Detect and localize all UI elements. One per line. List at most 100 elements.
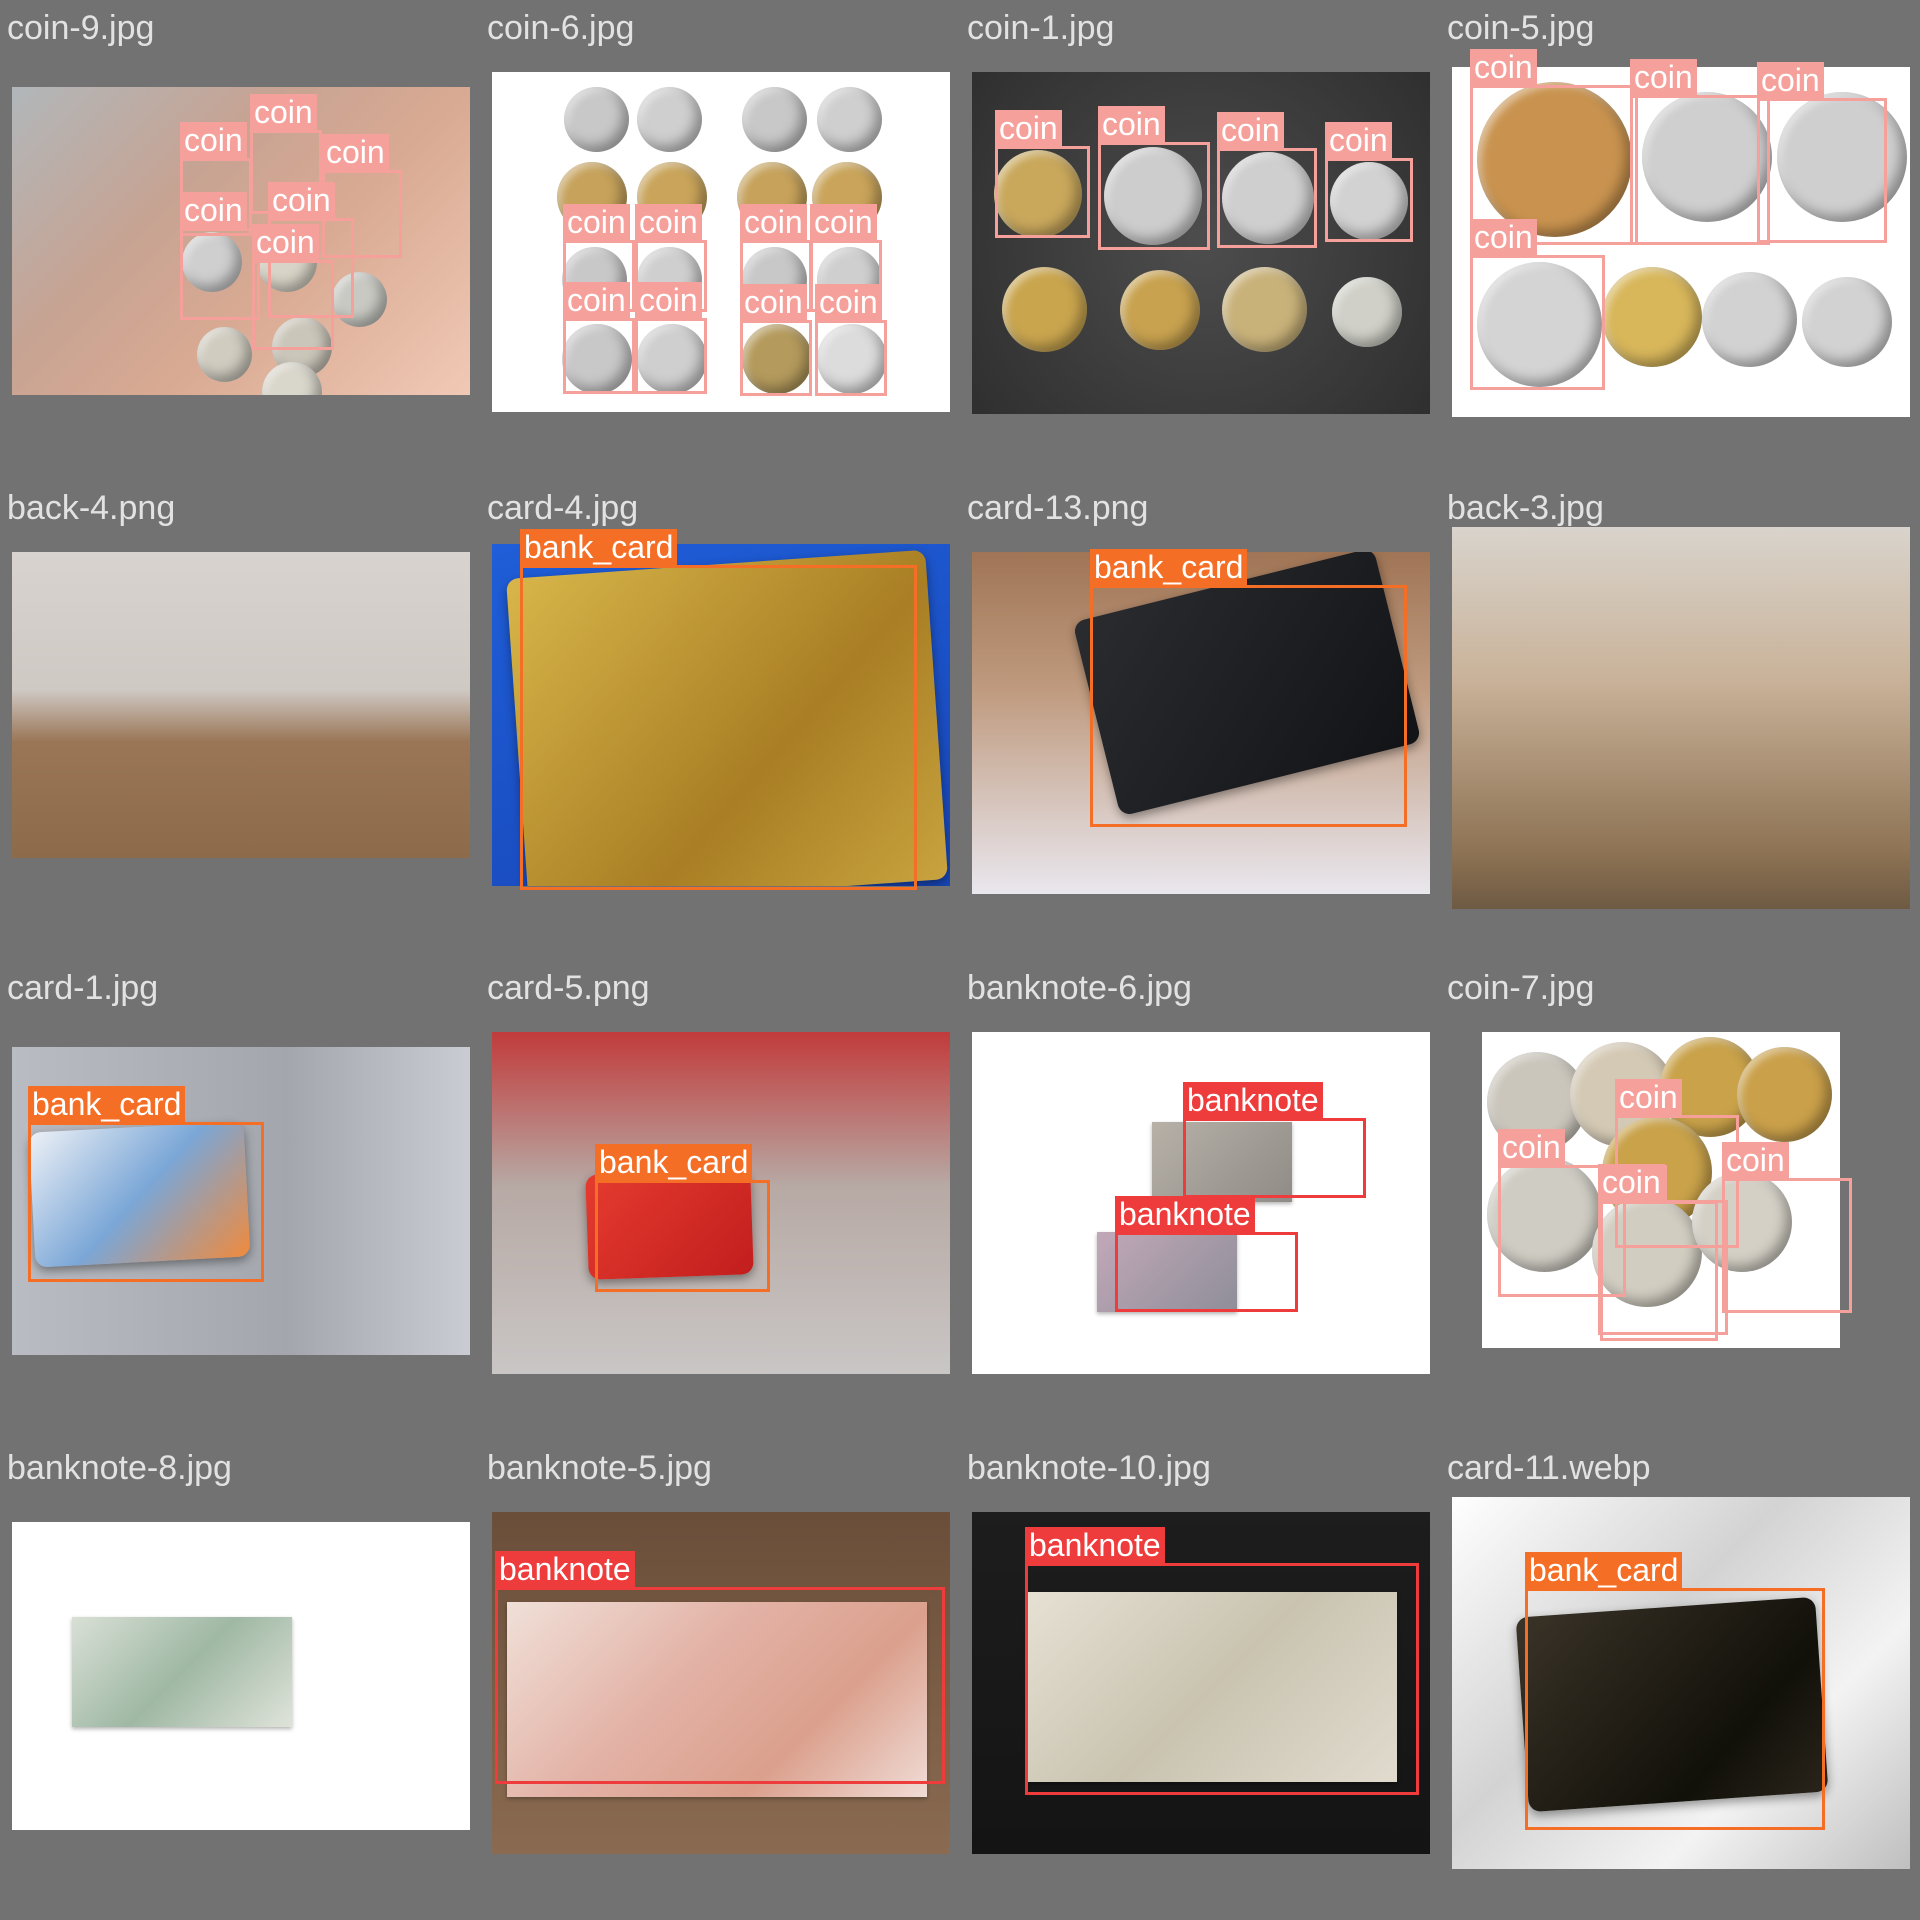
detection-box-coin [1325, 158, 1413, 242]
detection-label: banknote [1115, 1196, 1255, 1232]
detection-box-coin [815, 320, 887, 396]
detection-label: coin [1325, 122, 1392, 158]
mosaic-tile: coin-6.jpg coin coin coin coin coin coin coin co… [482, 2, 958, 478]
tile-filename: banknote-8.jpg [7, 1449, 232, 1487]
tile-filename: coin-5.jpg [1447, 9, 1595, 47]
tile-image [12, 1522, 470, 1830]
mosaic-tile: banknote-8.jpgbanknote [2, 1442, 478, 1918]
detection-label: coin [1722, 1142, 1789, 1178]
tile-filename: card-1.jpg [7, 969, 159, 1007]
detection-label: bank_card [28, 1086, 186, 1122]
mosaic-tile: card-4.jpg bank_card [482, 482, 958, 958]
tile-image [1452, 527, 1910, 909]
detection-label: coin [1757, 62, 1824, 98]
detection-box-coin [1217, 148, 1317, 248]
detection-box-coin [1098, 142, 1210, 250]
detection-label: coin [268, 182, 335, 218]
detection-label: coin [810, 204, 877, 240]
detection-label: coin [252, 224, 319, 260]
mosaic-tile: coin-5.jpg coin coin coin coin [1442, 2, 1918, 478]
detection-label: coin [1630, 59, 1697, 95]
detection-label: coin [1598, 1164, 1665, 1200]
coin-shape [1802, 277, 1892, 367]
coin-shape [1002, 267, 1087, 352]
detection-box-bank-card [1525, 1588, 1825, 1830]
detection-box-coin [995, 146, 1090, 238]
detection-box-coin [740, 320, 812, 396]
detection-label: coin [740, 204, 807, 240]
detection-label: bank_card [1090, 549, 1248, 585]
detection-label: coin [635, 204, 702, 240]
detection-box-coin [180, 228, 260, 320]
detection-box-coin [635, 318, 707, 394]
coin-shape [742, 87, 807, 152]
detection-label: coin [250, 94, 317, 130]
detection-label: coin [180, 122, 247, 158]
banknote-shape [72, 1617, 292, 1727]
detection-label: coin [1098, 106, 1165, 142]
tile-filename: coin-9.jpg [7, 9, 155, 47]
tile-filename: card-5.png [487, 969, 650, 1007]
tile-filename: card-13.png [967, 489, 1149, 527]
detection-box-bank-card [520, 565, 917, 890]
mosaic-tile: coin-7.jpgcoincoincoincoincoin [1442, 962, 1918, 1438]
detection-label: coin [1470, 219, 1537, 255]
detection-label: coin [563, 204, 630, 240]
detection-box-banknote [1025, 1563, 1419, 1795]
coin-shape [1222, 267, 1307, 352]
tile-filename: banknote-6.jpg [967, 969, 1192, 1007]
detection-label: banknote [495, 1551, 635, 1587]
mosaic-tile: coin-1.jpg coin coin coin coin [962, 2, 1438, 478]
detection-box-banknote [495, 1587, 945, 1784]
coin-shape [564, 87, 629, 152]
tile-image [12, 552, 470, 858]
coin-shape [637, 87, 702, 152]
detection-box-coin [1630, 95, 1770, 245]
detection-label: coin [635, 282, 702, 318]
detection-label: banknote [1183, 1082, 1323, 1118]
mosaic-tile: card-11.webp bank_card [1442, 1442, 1918, 1918]
tile-filename: back-4.png [7, 489, 176, 527]
coin-shape [1702, 272, 1797, 367]
detection-box-coin [1470, 255, 1605, 390]
tile-filename: back-3.jpg [1447, 489, 1604, 527]
mosaic-tile: banknote-5.jpg banknote [482, 1442, 958, 1918]
coin-shape [817, 87, 882, 152]
tile-filename: card-4.jpg [487, 489, 639, 527]
mosaic-tile: back-3.jpg [1442, 482, 1918, 958]
detection-label: banknote [1025, 1527, 1165, 1563]
tile-filename: card-11.webp [1447, 1449, 1651, 1487]
mosaic-tile: banknote-6.jpg banknote banknote [962, 962, 1438, 1438]
detection-label: coin [563, 282, 630, 318]
detection-label: bank_card [520, 529, 678, 565]
detection-label: coin [180, 192, 247, 228]
mosaic-tile: coin-9.jpg coin coin coin coin coin coin [2, 2, 478, 478]
detection-box-banknote [1183, 1118, 1366, 1198]
detection-label: coin [740, 284, 807, 320]
tile-filename: coin-6.jpg [487, 9, 635, 47]
detection-box-bank-card [1090, 585, 1407, 827]
detection-box-bank-card [28, 1122, 264, 1282]
mosaic-grid: coin-9.jpg coin coin coin coin coin coin coin-6… [0, 0, 1920, 1920]
detection-label: coin [1615, 1079, 1682, 1115]
coin-shape [1602, 267, 1702, 367]
mosaic-tile: card-13.png bank_card [962, 482, 1438, 958]
coin-shape [1737, 1047, 1832, 1142]
detection-label: coin [995, 110, 1062, 146]
detection-label: coin [1498, 1129, 1565, 1165]
mosaic-tile: card-1.jpg bank_card [2, 962, 478, 1438]
mosaic-tile: banknote-10.jpg banknote [962, 1442, 1438, 1918]
detection-box-coin [1757, 98, 1887, 243]
detection-label: coin [815, 284, 882, 320]
detection-box-coin [1722, 1178, 1852, 1313]
detection-label: bank_card [595, 1144, 753, 1180]
coin-shape [1332, 277, 1402, 347]
coin-shape [1120, 270, 1200, 350]
tile-filename: coin-7.jpg [1447, 969, 1595, 1007]
mosaic-tile: card-5.png bank_card [482, 962, 958, 1438]
detection-label: bank_card [1525, 1552, 1683, 1588]
detection-box-banknote [1115, 1232, 1298, 1312]
tile-filename: coin-1.jpg [967, 9, 1115, 47]
detection-box-coin [1598, 1200, 1728, 1335]
detection-box-coin [563, 318, 635, 394]
